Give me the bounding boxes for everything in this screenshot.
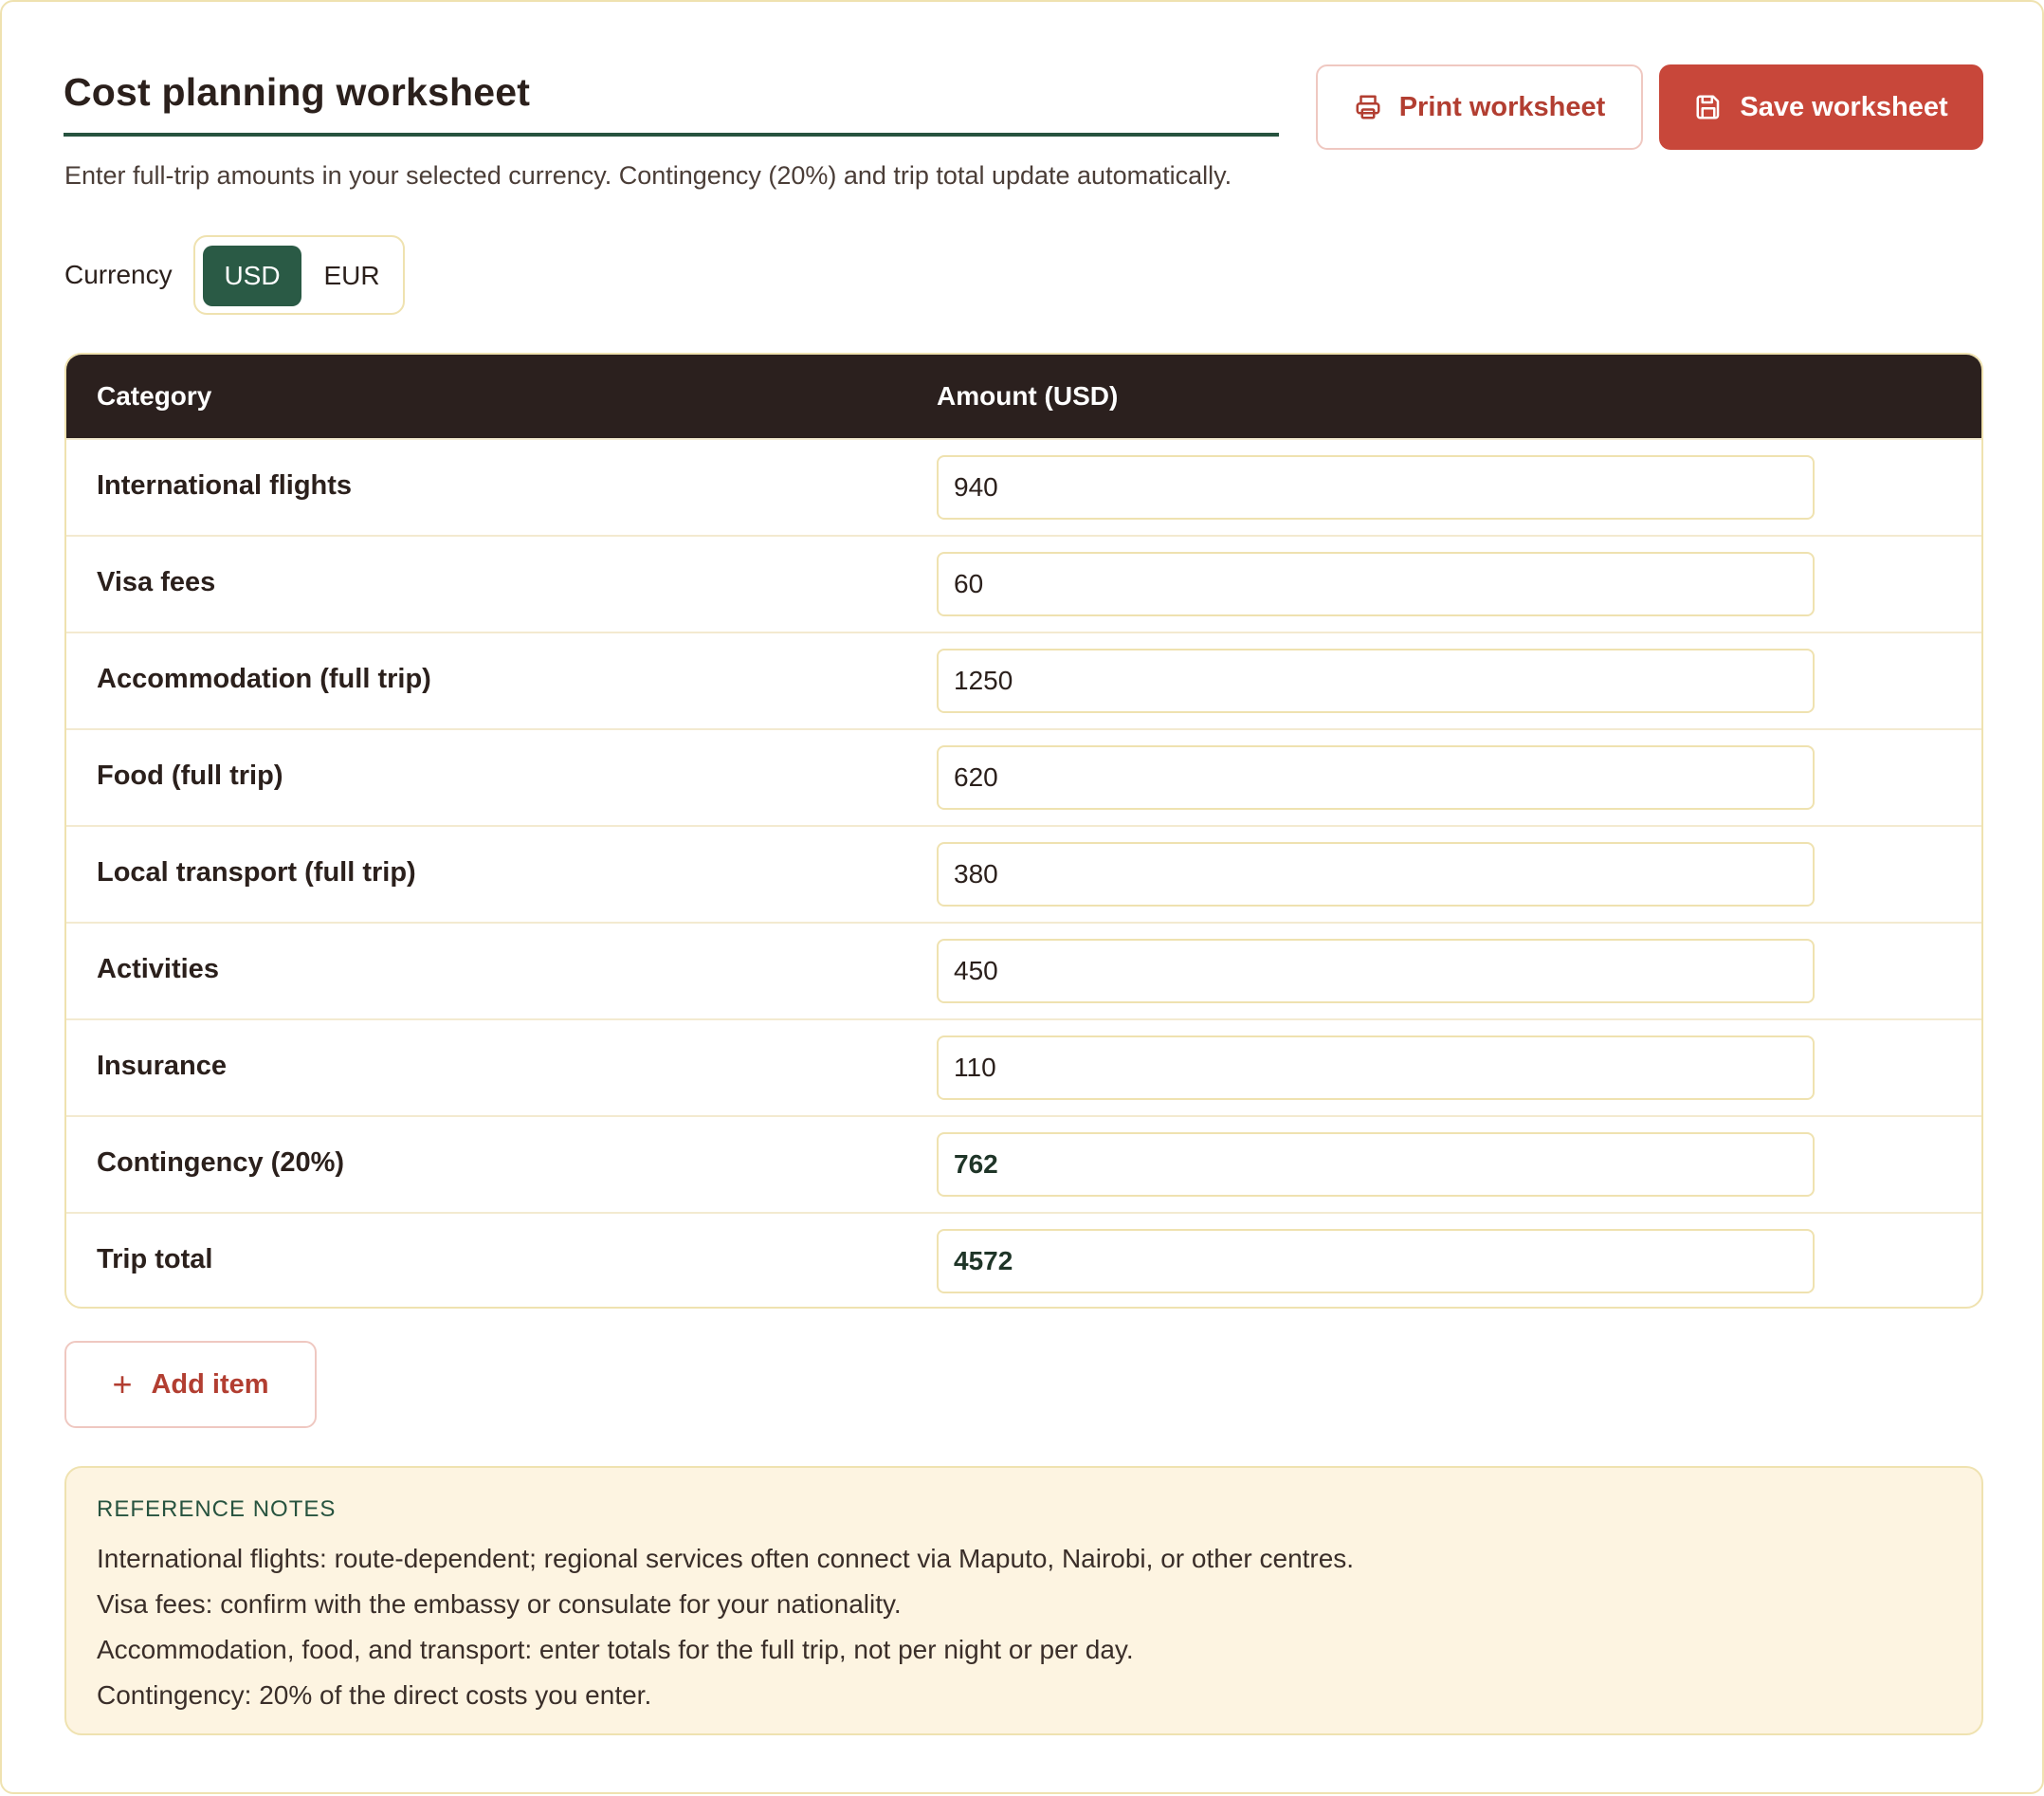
- page-subtitle: Enter full-trip amounts in your selected…: [64, 161, 1232, 190]
- category-label: Food (full trip): [97, 761, 283, 791]
- table-row: Insurance: [66, 1018, 1981, 1117]
- plus-icon: +: [112, 1365, 133, 1403]
- amount-input-food[interactable]: [937, 745, 1815, 810]
- category-label: Activities: [97, 954, 219, 984]
- amount-input-insurance[interactable]: [937, 1035, 1815, 1100]
- currency-option-usd[interactable]: USD: [203, 246, 301, 306]
- worksheet-card: Cost planning worksheet Print worksheet …: [0, 0, 2044, 1794]
- trip-total-value: [937, 1229, 1815, 1293]
- printer-icon: [1356, 95, 1380, 119]
- category-label: Insurance: [97, 1051, 227, 1081]
- amount-input-activities[interactable]: [937, 939, 1815, 1003]
- add-item-button[interactable]: + Add item: [64, 1341, 317, 1428]
- reference-note: Accommodation, food, and transport: ente…: [97, 1635, 1134, 1664]
- reference-note: International flights: route-dependent; …: [97, 1544, 1355, 1573]
- save-worksheet-button[interactable]: Save worksheet: [1659, 64, 1983, 150]
- category-label: Accommodation (full trip): [97, 664, 431, 694]
- amount-input-international-flights[interactable]: [937, 455, 1815, 520]
- reference-notes-heading: REFERENCE NOTES: [97, 1496, 337, 1522]
- print-worksheet-label: Print worksheet: [1398, 91, 1606, 122]
- column-header-category: Category: [97, 381, 212, 411]
- currency-toggle: USD EUR: [193, 235, 405, 315]
- table-row: Activities: [66, 922, 1981, 1020]
- table-row: Accommodation (full trip): [66, 632, 1981, 730]
- amount-input-local-transport[interactable]: [937, 842, 1815, 907]
- cost-table: Category Amount (USD) International flig…: [64, 353, 1983, 1309]
- save-disk-icon: [1696, 95, 1720, 119]
- currency-option-eur[interactable]: EUR: [307, 246, 396, 306]
- category-label: Local transport (full trip): [97, 857, 416, 888]
- reference-note: Contingency: 20% of the direct costs you…: [97, 1680, 652, 1710]
- page-title: Cost planning worksheet: [64, 70, 531, 114]
- table-row: Contingency (20%): [66, 1115, 1981, 1214]
- category-label: Trip total: [97, 1244, 213, 1274]
- save-worksheet-label: Save worksheet: [1740, 91, 1948, 122]
- add-item-label: Add item: [151, 1368, 269, 1400]
- currency-label: Currency: [64, 260, 173, 289]
- table-row: Trip total: [66, 1212, 1981, 1307]
- table-header: Category Amount (USD): [66, 355, 1981, 438]
- contingency-value: [937, 1132, 1815, 1197]
- amount-input-accommodation[interactable]: [937, 649, 1815, 713]
- category-label: Visa fees: [97, 567, 216, 597]
- table-row: International flights: [66, 438, 1981, 537]
- table-row: Visa fees: [66, 535, 1981, 633]
- reference-note: Visa fees: confirm with the embassy or c…: [97, 1589, 902, 1619]
- category-label: Contingency (20%): [97, 1147, 345, 1178]
- reference-notes: REFERENCE NOTES International flights: r…: [64, 1466, 1983, 1735]
- table-row: Local transport (full trip): [66, 825, 1981, 924]
- column-header-amount: Amount (USD): [937, 381, 1119, 411]
- title-underline: Cost planning worksheet: [64, 64, 1279, 137]
- table-row: Food (full trip): [66, 728, 1981, 827]
- print-worksheet-button[interactable]: Print worksheet: [1316, 64, 1643, 150]
- category-label: International flights: [97, 470, 353, 501]
- amount-input-visa-fees[interactable]: [937, 552, 1815, 616]
